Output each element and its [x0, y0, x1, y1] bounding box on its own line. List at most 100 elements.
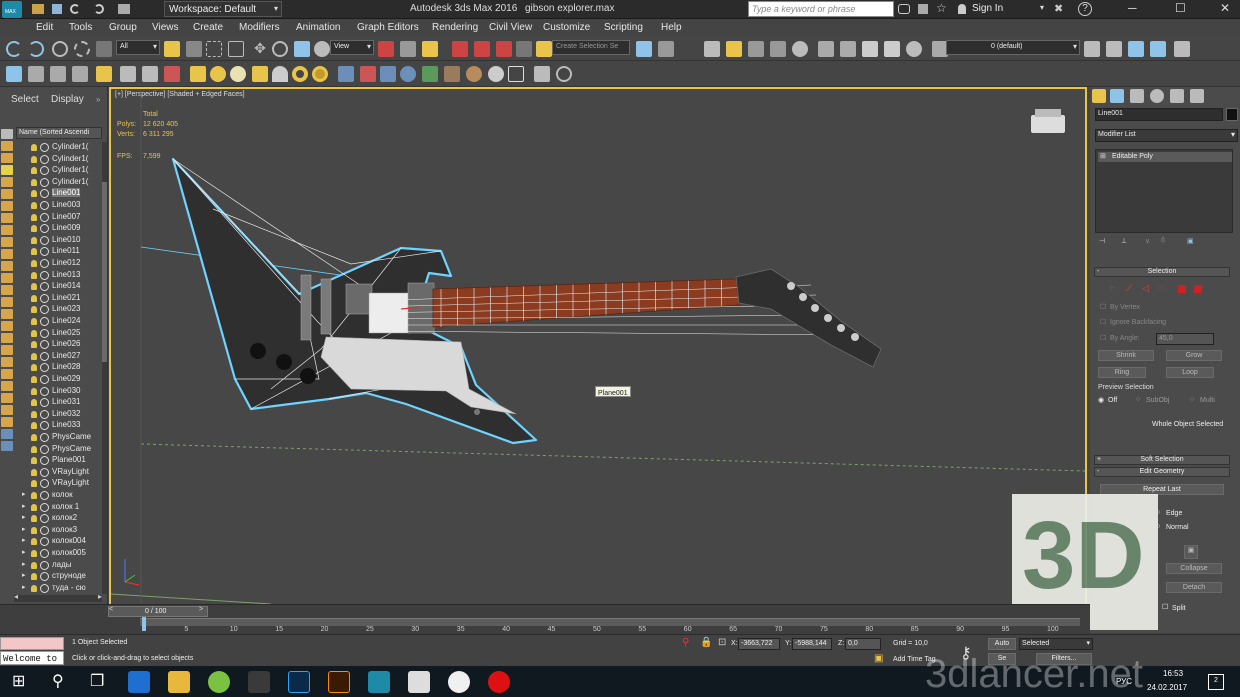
light-bulb-icon[interactable] — [31, 584, 37, 592]
scene-states-icon[interactable] — [120, 66, 136, 82]
edge-browser-icon[interactable] — [128, 671, 150, 693]
bend-modifier-icon[interactable] — [360, 66, 376, 82]
freeze-icon[interactable] — [40, 514, 49, 524]
freeze-icon[interactable] — [40, 560, 49, 570]
explorer-list-item[interactable]: Cylinder1( — [0, 177, 100, 189]
keyboard-shortcut-icon[interactable] — [422, 41, 438, 57]
make-unique-icon[interactable]: ∨ — [1145, 237, 1150, 245]
light-bulb-icon[interactable] — [31, 155, 37, 163]
freeze-icon[interactable] — [40, 317, 49, 326]
select-object-icon[interactable] — [164, 41, 180, 57]
illustrator-icon[interactable] — [328, 671, 350, 693]
curve-editor-icon[interactable] — [748, 41, 764, 57]
freeze-icon[interactable] — [40, 421, 49, 431]
light-bulb-icon[interactable] — [31, 387, 37, 395]
stack-item-editable-poly[interactable]: ⊞ Editable Poly — [1098, 152, 1232, 162]
explorer-list-item[interactable]: Line031 — [0, 397, 100, 409]
menu-help[interactable]: Help — [661, 22, 682, 33]
file-explorer-icon[interactable] — [168, 671, 190, 693]
freeze-icon[interactable] — [40, 433, 49, 442]
edit-named-selection-icon[interactable] — [536, 41, 552, 57]
explorer-list-item[interactable]: Line003 — [0, 200, 100, 212]
explorer-list-item[interactable]: Line021 — [0, 293, 100, 305]
expand-arrow-icon[interactable]: ▸ — [22, 548, 26, 556]
tube-primitive-icon[interactable] — [312, 66, 328, 82]
pivot-point-icon[interactable] — [378, 41, 394, 57]
explorer-list-item[interactable]: Line013 — [0, 270, 100, 282]
modifier-list-dropdown[interactable]: Modifier List ▾ — [1095, 129, 1238, 142]
reference-coordinate-dropdown[interactable]: View ▾ — [330, 40, 374, 55]
freeze-icon[interactable] — [40, 293, 49, 303]
workspace-dropdown[interactable]: Workspace: Default ▾ — [164, 1, 282, 17]
explorer-list-item[interactable]: Line028 — [0, 362, 100, 374]
freeze-icon[interactable] — [40, 201, 49, 210]
light-bulb-icon[interactable] — [31, 190, 37, 198]
light-bulb-icon[interactable] — [31, 550, 37, 557]
explorer-list-item[interactable]: PhysCame — [0, 432, 100, 444]
minimize-window-icon[interactable]: ─ — [1128, 1, 1137, 15]
explorer-list-item[interactable]: ▸ лады — [0, 560, 100, 572]
light-bulb-icon[interactable] — [31, 271, 37, 279]
freeze-icon[interactable] — [40, 340, 49, 350]
snapshot-icon[interactable] — [164, 66, 180, 82]
asset-tracking-icon[interactable] — [142, 66, 158, 82]
explorer-column-header[interactable]: Name (Sorted Ascendi — [16, 127, 102, 139]
percent-snap-icon[interactable] — [496, 41, 512, 57]
isolate-selection-icon[interactable]: ⚲ — [682, 637, 689, 648]
light-bulb-icon[interactable] — [31, 202, 37, 209]
border-mode-icon[interactable]: ◁ — [1142, 283, 1149, 294]
light-bulb-icon[interactable] — [31, 225, 37, 233]
notification-center-icon[interactable]: 2 — [1208, 674, 1224, 690]
menu-views[interactable]: Views — [152, 22, 179, 33]
explorer-list-item[interactable]: ▸ колок2 — [0, 513, 100, 525]
window-crossing-icon[interactable] — [228, 41, 244, 57]
light-bulb-icon[interactable] — [31, 178, 37, 186]
undo-icon[interactable] — [6, 41, 22, 57]
scroll-right-icon[interactable]: ▸ — [98, 592, 102, 601]
absolute-mode-icon[interactable]: ⊡ — [718, 637, 726, 648]
vertex-mode-icon[interactable]: ⁘ — [1108, 283, 1116, 294]
freeze-icon[interactable] — [40, 479, 49, 489]
light-bulb-icon[interactable] — [31, 492, 37, 499]
collapse-button[interactable]: Collapse — [1166, 563, 1222, 574]
freeze-icon[interactable] — [40, 282, 49, 292]
populate-icon[interactable] — [96, 66, 112, 82]
z-coordinate-field[interactable]: 0,0 — [845, 638, 881, 650]
select-manipulate-icon[interactable] — [400, 41, 416, 57]
noise-modifier-icon[interactable] — [422, 66, 438, 82]
explorer-list-item[interactable]: Line032 — [0, 409, 100, 421]
grow-button[interactable]: Grow — [1166, 350, 1222, 361]
light-bulb-icon[interactable] — [31, 341, 37, 349]
time-tag-icon[interactable]: ▣ — [874, 653, 883, 664]
app-icon-green[interactable] — [208, 671, 230, 693]
modify-tab-icon[interactable] — [1110, 89, 1124, 103]
auto-key-button[interactable]: Auto — [988, 638, 1016, 650]
itunes-icon[interactable] — [448, 671, 470, 693]
detach-button[interactable]: Detach — [1166, 582, 1222, 593]
light-bulb-icon[interactable] — [31, 526, 37, 534]
freeze-icon[interactable] — [40, 398, 49, 408]
freeze-icon[interactable] — [40, 572, 49, 582]
light-bulb-icon[interactable] — [31, 283, 37, 291]
light-bulb-icon[interactable] — [31, 538, 37, 546]
binoculars-icon[interactable] — [898, 4, 910, 14]
opera-browser-icon[interactable] — [488, 671, 510, 693]
cone-primitive-icon[interactable] — [210, 66, 226, 82]
render-iterative-icon[interactable] — [884, 41, 900, 57]
link-icon[interactable] — [52, 41, 68, 57]
object-paint-icon[interactable] — [72, 66, 88, 82]
user-icon[interactable] — [958, 4, 966, 14]
schematic-view-icon[interactable] — [770, 41, 786, 57]
light-bulb-icon[interactable] — [31, 399, 37, 407]
favorites-icon[interactable]: ☆ — [936, 1, 947, 15]
selection-filter-dropdown[interactable]: All ▾ — [116, 40, 160, 55]
explorer-list-item[interactable]: Cylinder1( — [0, 154, 100, 166]
remove-modifier-icon[interactable]: ô — [1161, 237, 1165, 244]
element-mode-icon[interactable] — [1178, 285, 1186, 293]
selection-rollout-header[interactable]: - Selection — [1094, 267, 1230, 277]
light-bulb-icon[interactable] — [31, 457, 37, 465]
display-tab-icon[interactable] — [1170, 89, 1184, 103]
ring-button[interactable]: Ring — [1098, 367, 1146, 378]
freeze-icon[interactable] — [40, 259, 49, 268]
light-bulb-icon[interactable] — [31, 236, 37, 244]
